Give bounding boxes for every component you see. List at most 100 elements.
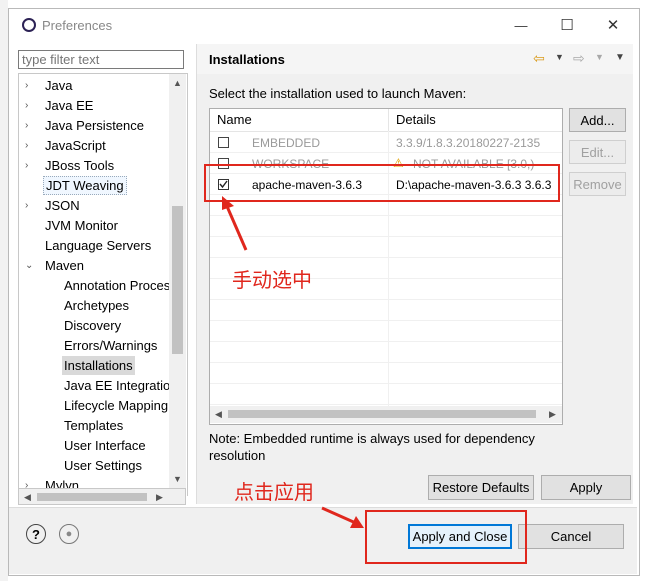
- scroll-left-icon[interactable]: ◀: [19, 489, 36, 506]
- cancel-button[interactable]: Cancel: [518, 524, 624, 549]
- collapsed-chevron-icon[interactable]: ›: [25, 196, 35, 215]
- column-header-name[interactable]: Name: [217, 109, 252, 131]
- tree-item-discovery[interactable]: Discovery: [19, 316, 169, 335]
- collapsed-chevron-icon[interactable]: ›: [25, 156, 35, 175]
- back-dropdown-icon[interactable]: ▼: [555, 52, 564, 62]
- tree-item-label: Language Servers: [45, 238, 152, 253]
- tree-item-label: Discovery: [64, 318, 122, 333]
- grid-line: [210, 215, 562, 216]
- table-horizontal-scrollbar[interactable]: ◀ ▶: [210, 406, 562, 423]
- collapsed-chevron-icon[interactable]: ›: [25, 116, 35, 135]
- tree-item-label: Archetypes: [64, 298, 130, 313]
- tree-item-java-ee-integratio[interactable]: Java EE Integratio: [19, 376, 170, 395]
- remove-button[interactable]: Remove: [569, 172, 626, 196]
- back-arrow-icon[interactable]: ⇦: [533, 50, 545, 67]
- collapsed-chevron-icon[interactable]: ›: [25, 96, 35, 115]
- preferences-dialog: Preferences — ☐ ✕ › Java › Java EE › Java Per…: [0, 0, 670, 581]
- forward-arrow-icon[interactable]: ⇨: [573, 50, 585, 67]
- tree-item-label: JBoss Tools: [45, 158, 115, 173]
- table-scroll-left-icon[interactable]: ◀: [210, 406, 227, 423]
- eclipse-logo-icon: [22, 18, 36, 32]
- tree-item-javascript[interactable]: › JavaScript: [19, 136, 169, 155]
- tree-item-jvm-monitor[interactable]: JVM Monitor: [19, 216, 169, 235]
- tree-item-errors-warnings[interactable]: Errors/Warnings: [19, 336, 169, 355]
- table-hscroll-thumb[interactable]: [228, 410, 536, 418]
- table-scroll-right-icon[interactable]: ▶: [544, 406, 561, 423]
- tree-item-label: Maven: [45, 258, 85, 273]
- collapsed-chevron-icon[interactable]: ›: [25, 76, 35, 95]
- restore-defaults-button[interactable]: Restore Defaults: [428, 475, 534, 500]
- tree-item-label: Java: [45, 78, 73, 93]
- tree-vertical-scrollbar[interactable]: ▲ ▼: [169, 74, 186, 496]
- tree-item-label: User Settings: [64, 458, 143, 473]
- tree-item-lifecycle-mapping[interactable]: Lifecycle Mapping: [19, 396, 169, 415]
- left-edge: [0, 0, 8, 581]
- column-header-details[interactable]: Details: [396, 109, 436, 131]
- table-row[interactable]: EMBEDDED 3.3.9/1.8.3.20180227-2135: [210, 133, 562, 153]
- annotation-arrow-up-icon: [222, 196, 248, 251]
- tree-item-jdt-weaving[interactable]: JDT Weaving: [19, 176, 169, 195]
- tree-item-label: JVM Monitor: [45, 218, 118, 233]
- page-header: Installations ⇦ ▼ ⇨ ▼ ▼: [196, 44, 633, 74]
- tree-item-java[interactable]: › Java: [19, 76, 169, 95]
- tree-item-label: User Interface: [64, 438, 146, 453]
- grid-line: [210, 236, 562, 237]
- grid-line: [210, 299, 562, 300]
- grid-line: [210, 320, 562, 321]
- tree-item-label: Lifecycle Mapping: [64, 398, 169, 413]
- tree-item-label: JDT Weaving: [43, 176, 127, 195]
- tree-item-installations[interactable]: Installations: [19, 356, 169, 375]
- expanded-chevron-icon[interactable]: ⌄: [25, 256, 35, 275]
- tree-item-maven[interactable]: ⌄ Maven: [19, 256, 169, 275]
- table-header: [210, 109, 562, 132]
- row-checkbox[interactable]: [218, 137, 229, 148]
- scroll-down-icon[interactable]: ▼: [169, 470, 186, 487]
- forward-dropdown-icon[interactable]: ▼: [595, 52, 604, 62]
- tree-item-language-servers[interactable]: Language Servers: [19, 236, 169, 255]
- tree-item-templates[interactable]: Templates: [19, 416, 169, 435]
- minimize-button[interactable]: —: [498, 8, 544, 42]
- view-menu-icon[interactable]: ▼: [615, 52, 625, 63]
- help-icon[interactable]: ?: [26, 524, 46, 544]
- collapsed-chevron-icon[interactable]: ›: [25, 136, 35, 155]
- tree-scroll-thumb[interactable]: [172, 206, 183, 354]
- tree-item-jboss-tools[interactable]: › JBoss Tools: [19, 156, 169, 175]
- grid-line: [210, 341, 562, 342]
- tree-item-annotation-proces[interactable]: Annotation Proces: [19, 276, 171, 295]
- tree-item-java-persistence[interactable]: › Java Persistence: [19, 116, 169, 135]
- tree-horizontal-scrollbar[interactable]: ◀ ▶: [18, 488, 186, 505]
- maximize-button[interactable]: ☐: [544, 8, 590, 42]
- window-title: Preferences: [42, 18, 113, 33]
- add-button[interactable]: Add...: [569, 108, 626, 132]
- annotation-highlight-row: [204, 164, 560, 202]
- tree-item-label: Annotation Proces: [64, 278, 171, 293]
- header-divider[interactable]: [388, 109, 389, 131]
- record-macro-icon[interactable]: ●: [59, 524, 79, 544]
- grid-line: [210, 362, 562, 363]
- close-icon: ✕: [606, 17, 620, 34]
- close-button[interactable]: ✕: [590, 8, 636, 42]
- tree-item-java-ee[interactable]: › Java EE: [19, 96, 169, 115]
- tree-item-user-interface[interactable]: User Interface: [19, 436, 169, 455]
- filter-input[interactable]: [18, 50, 184, 69]
- edit-button[interactable]: Edit...: [569, 140, 626, 164]
- preference-tree: › Java › Java EE › Java Persistence › JavaScrip…: [18, 73, 188, 496]
- grid-line: [210, 383, 562, 384]
- scroll-right-icon[interactable]: ▶: [151, 489, 168, 506]
- annotation-highlight-apply: [365, 510, 527, 564]
- page-title: Installations: [209, 52, 285, 67]
- tree-item-label: Java Persistence: [45, 118, 144, 133]
- annotation-manual-select: 手动选中: [232, 268, 312, 292]
- tree-item-json[interactable]: › JSON: [19, 196, 169, 215]
- tree-item-label: JSON: [45, 198, 80, 213]
- tree-item-label: Templates: [64, 418, 124, 433]
- row-name: EMBEDDED: [252, 136, 321, 150]
- scroll-up-icon[interactable]: ▲: [169, 74, 186, 91]
- tree-item-label: Errors/Warnings: [64, 338, 158, 353]
- tree-item-label: Installations: [62, 356, 135, 375]
- maximize-icon: ☐: [560, 17, 574, 34]
- apply-button[interactable]: Apply: [541, 475, 631, 500]
- tree-item-user-settings[interactable]: User Settings: [19, 456, 169, 475]
- tree-hscroll-thumb[interactable]: [37, 493, 147, 501]
- tree-item-archetypes[interactable]: Archetypes: [19, 296, 169, 315]
